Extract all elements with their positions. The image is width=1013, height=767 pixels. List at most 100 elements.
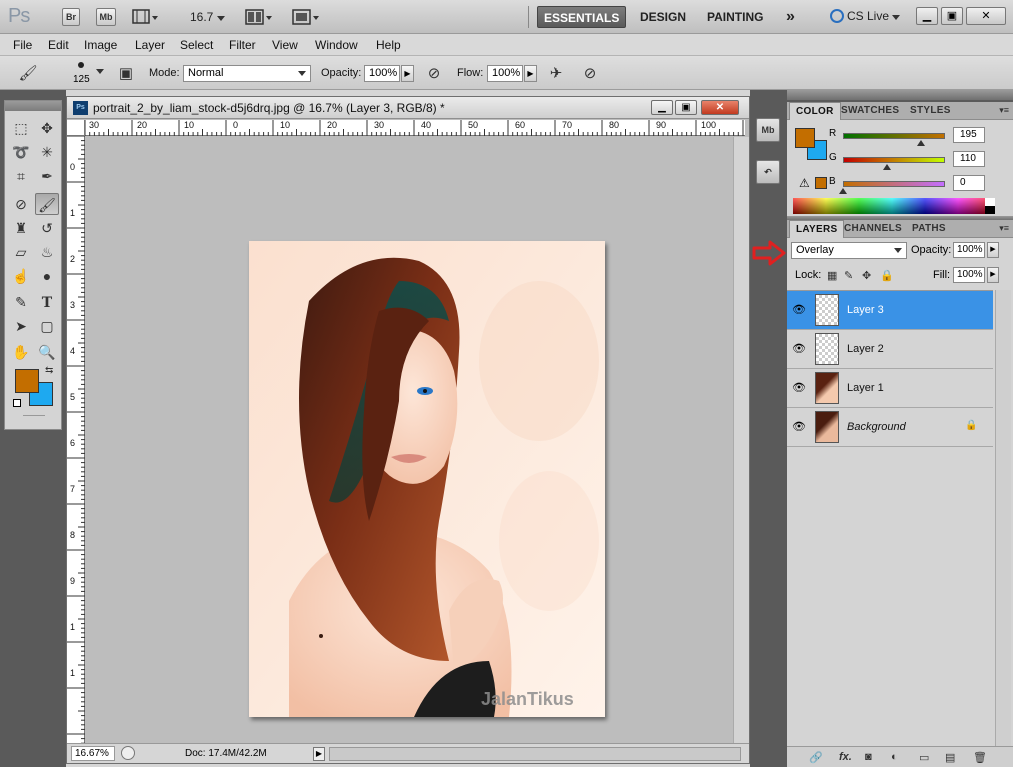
- screen-mode-button[interactable]: [292, 8, 320, 26]
- status-info-icon[interactable]: [121, 746, 135, 760]
- tab-layers[interactable]: LAYERS: [789, 220, 845, 238]
- lock-all-icon[interactable]: 🔒: [880, 269, 894, 282]
- eraser-tool[interactable]: ▱: [9, 241, 33, 263]
- blue-slider-thumb[interactable]: [839, 188, 847, 194]
- doc-close-button[interactable]: ✕: [701, 100, 739, 115]
- horizontal-scrollbar[interactable]: [329, 747, 741, 761]
- lasso-tool[interactable]: ➰: [9, 141, 33, 163]
- tab-color[interactable]: COLOR: [789, 102, 841, 120]
- tablet-opacity-button[interactable]: ⊘: [424, 64, 444, 84]
- default-colors-icon[interactable]: [13, 399, 21, 407]
- vertical-ruler[interactable]: 0 1 2 3 4 5 6 7 8 9 1 1: [67, 136, 85, 746]
- menu-image[interactable]: Image: [84, 38, 117, 52]
- lock-image-pixels-icon[interactable]: ✎: [844, 269, 853, 282]
- red-value-field[interactable]: 195: [953, 127, 985, 143]
- panel-menu-icon[interactable]: ▾≡: [999, 223, 1009, 234]
- layer-style-fx-icon[interactable]: fx.: [839, 751, 852, 763]
- brush-panel-toggle[interactable]: ▣: [116, 64, 136, 84]
- blend-mode-select[interactable]: Overlay: [791, 242, 907, 259]
- history-brush-tool[interactable]: ↺: [35, 217, 59, 239]
- tab-styles[interactable]: STYLES: [904, 102, 957, 120]
- blur-tool[interactable]: ☝: [9, 265, 33, 287]
- tools-panel-header[interactable]: [5, 101, 61, 111]
- workspace-essentials[interactable]: ESSENTIALS: [537, 6, 627, 28]
- adjustment-layer-icon[interactable]: ◐: [891, 751, 898, 763]
- layer-opacity-slider-button[interactable]: ▶: [987, 242, 999, 258]
- doc-maximize-button[interactable]: ▣: [675, 100, 697, 115]
- tab-paths[interactable]: PATHS: [906, 220, 952, 238]
- layers-scrollbar[interactable]: [995, 290, 1011, 746]
- menu-edit[interactable]: Edit: [48, 38, 69, 52]
- green-slider-thumb[interactable]: [883, 164, 891, 170]
- maximize-button[interactable]: ▣: [941, 7, 963, 25]
- tab-swatches[interactable]: SWATCHES: [835, 102, 905, 120]
- red-slider-track[interactable]: [843, 133, 945, 139]
- new-group-icon[interactable]: ▭: [919, 751, 929, 764]
- panel-menu-icon[interactable]: ▾≡: [999, 105, 1009, 116]
- status-menu-button[interactable]: ▶: [313, 747, 325, 761]
- blue-value-field[interactable]: 0: [953, 175, 985, 191]
- shape-tool[interactable]: ▢: [35, 315, 59, 337]
- link-layers-icon[interactable]: 🔗: [809, 751, 823, 764]
- pen-tool[interactable]: ✎: [9, 291, 33, 313]
- vertical-scrollbar[interactable]: [733, 137, 749, 745]
- menu-layer[interactable]: Layer: [135, 38, 165, 52]
- zoom-level-field[interactable]: 16.7: [190, 10, 225, 24]
- tool-preset-picker[interactable]: 🖌: [18, 64, 38, 84]
- close-button[interactable]: ✕: [966, 7, 1006, 25]
- tablet-size-button[interactable]: ⊘: [580, 64, 600, 84]
- menu-select[interactable]: Select: [180, 38, 213, 52]
- out-of-gamut-warning-icon[interactable]: ⚠: [799, 176, 810, 190]
- more-workspaces-button[interactable]: »: [780, 6, 801, 28]
- status-zoom-field[interactable]: 16.67%: [71, 746, 115, 761]
- visibility-eye-icon[interactable]: 👁: [791, 381, 807, 395]
- layer-row-background[interactable]: 👁 Background 🔒: [787, 408, 993, 447]
- color-spectrum-ramp[interactable]: [793, 198, 991, 214]
- lock-transparency-icon[interactable]: ▦: [827, 269, 837, 282]
- layer-row-layer-2[interactable]: 👁 Layer 2: [787, 330, 993, 369]
- red-slider-thumb[interactable]: [917, 140, 925, 146]
- mode-select[interactable]: Normal: [183, 65, 311, 82]
- horizontal-ruler[interactable]: 30 20 10 0 10 20 30 40 50 60 70 80 90 10…: [85, 120, 745, 136]
- view-extras-button[interactable]: [132, 8, 160, 26]
- foreground-color-swatch-front[interactable]: [15, 369, 39, 393]
- fill-field[interactable]: 100%: [953, 267, 985, 283]
- black-swatch[interactable]: [985, 206, 995, 214]
- portrait-artwork[interactable]: JalanTikus: [249, 241, 605, 717]
- document-title-bar[interactable]: Ps portrait_2_by_liam_stock-d5j6drq.jpg …: [67, 97, 749, 119]
- opacity-slider-button[interactable]: ▶: [401, 65, 414, 82]
- dodge-tool[interactable]: ●: [35, 265, 59, 287]
- flow-field[interactable]: 100%: [487, 65, 523, 82]
- doc-minimize-button[interactable]: ▁: [651, 100, 673, 115]
- mini-bridge-panel-button[interactable]: Mb: [756, 118, 780, 142]
- clone-stamp-tool[interactable]: ♜: [9, 217, 33, 239]
- launch-mini-bridge-button[interactable]: Mb: [96, 8, 116, 26]
- visibility-eye-icon[interactable]: 👁: [791, 342, 807, 356]
- ruler-origin[interactable]: [67, 120, 85, 136]
- spot-healing-tool[interactable]: ⊘: [9, 193, 33, 215]
- airbrush-button[interactable]: ✈: [546, 64, 566, 84]
- layer-row-layer-1[interactable]: 👁 Layer 1: [787, 369, 993, 408]
- add-mask-icon[interactable]: ◙: [865, 751, 872, 763]
- flow-slider-button[interactable]: ▶: [524, 65, 537, 82]
- layer-opacity-field[interactable]: 100%: [953, 242, 985, 258]
- green-value-field[interactable]: 110: [953, 151, 985, 167]
- new-layer-icon[interactable]: ▤: [945, 751, 955, 764]
- marquee-tool[interactable]: ⬚: [9, 117, 33, 139]
- brush-preset-picker[interactable]: 125: [64, 60, 104, 88]
- eyedropper-tool[interactable]: ✒: [35, 165, 59, 187]
- visibility-eye-icon[interactable]: 👁: [791, 303, 807, 317]
- swap-colors-icon[interactable]: ⇆: [45, 365, 53, 376]
- launch-bridge-button[interactable]: Br: [62, 8, 80, 26]
- color-panel-foreground-swatch[interactable]: [795, 128, 815, 148]
- brush-tool[interactable]: 🖌: [35, 193, 59, 215]
- delete-layer-icon[interactable]: 🗑: [973, 751, 987, 764]
- workspace-painting[interactable]: PAINTING: [701, 6, 769, 28]
- quick-selection-tool[interactable]: ✳: [35, 141, 59, 163]
- fill-slider-button[interactable]: ▶: [987, 267, 999, 283]
- paint-bucket-tool[interactable]: ♨: [35, 241, 59, 263]
- white-swatch[interactable]: [985, 198, 995, 206]
- visibility-eye-icon[interactable]: 👁: [791, 420, 807, 434]
- blue-slider-track[interactable]: [843, 181, 945, 187]
- color-panel-header[interactable]: [787, 90, 1013, 100]
